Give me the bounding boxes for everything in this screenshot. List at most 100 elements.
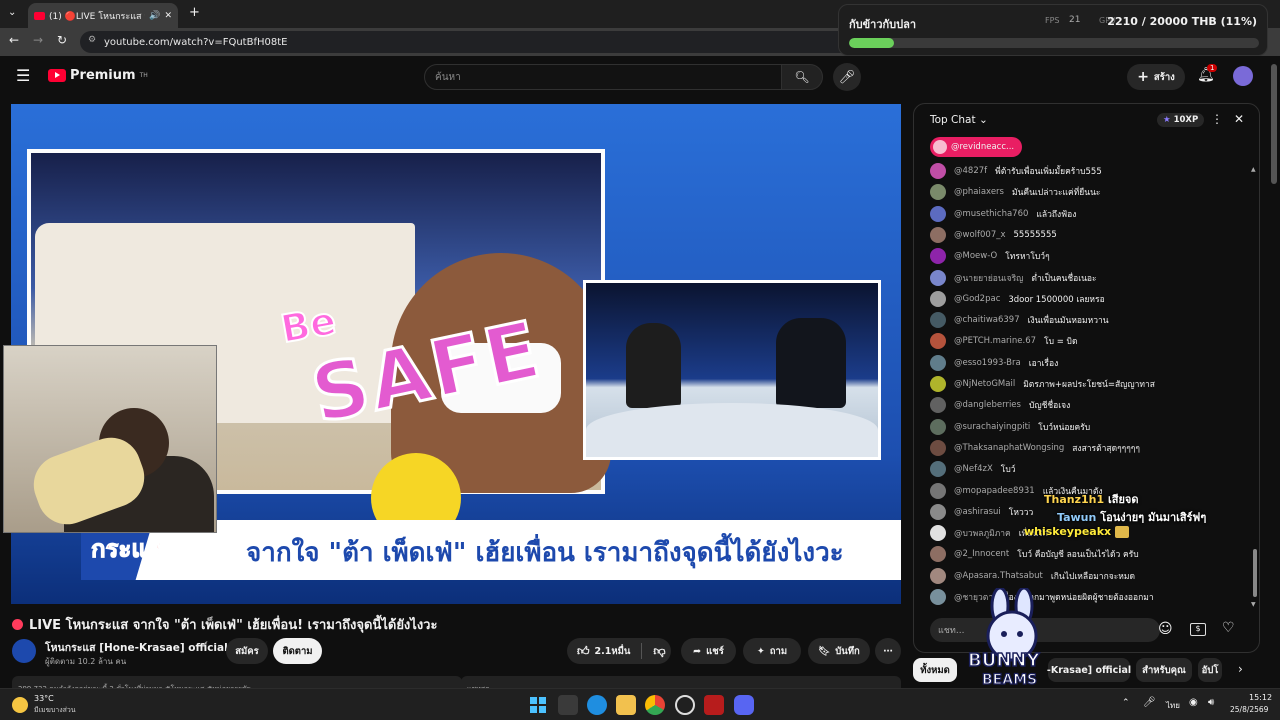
chat-avatar[interactable] [930, 589, 946, 605]
chat-message[interactable]: @Apasara.Thatsabut เกินไปเหลือมากจะหมด [930, 566, 1252, 586]
ask-button[interactable]: ✦ ถาม [743, 638, 801, 664]
youtube-logo[interactable]: Premium TH [48, 68, 148, 83]
app-red-icon[interactable] [704, 695, 724, 715]
chat-username[interactable]: @นายยาย่อนเจริญ [954, 271, 1023, 285]
channel-avatar[interactable] [12, 639, 36, 663]
chat-avatar[interactable] [930, 525, 946, 542]
chat-username[interactable]: @ThaksanaphatWongsing [954, 443, 1064, 453]
chat-username[interactable]: @surachaiyingpiti [954, 422, 1030, 432]
chat-close-icon[interactable]: ✕ [1234, 112, 1244, 126]
pinned-user-chip[interactable]: @revidneacc... [930, 137, 1023, 157]
chat-message[interactable]: @นายยาย่อนเจริญ ต่ำเป็นคนชื่อเนอะ [930, 268, 1252, 288]
chat-message[interactable]: @surachaiyingpiti โบว์หน่อยครับ [930, 417, 1252, 437]
chat-scrollbar[interactable] [1253, 549, 1257, 597]
chat-avatar[interactable] [930, 205, 946, 222]
address-bar[interactable]: ⚙ youtube.com/watch?v=FQutBfH08tE [80, 31, 920, 53]
chat-avatar[interactable] [930, 567, 946, 584]
chat-avatar[interactable] [930, 376, 946, 392]
filter-chip-for-you[interactable]: สำหรับคุณ [1136, 658, 1192, 682]
dislike-icon[interactable]: 👎︎ [653, 644, 665, 659]
join-button[interactable]: สมัคร [226, 638, 268, 664]
chat-username[interactable]: @Nef4zX [954, 464, 993, 474]
tab-close-icon[interactable]: ✕ [164, 11, 172, 21]
edge-browser-icon[interactable] [587, 695, 607, 715]
more-actions-button[interactable]: ⋯ [875, 638, 901, 664]
chat-avatar[interactable] [930, 269, 946, 286]
network-icon[interactable]: ◉ [1189, 697, 1198, 708]
file-explorer-icon[interactable] [616, 695, 636, 715]
chat-avatar[interactable] [930, 482, 946, 499]
tray-chevron-icon[interactable]: ⌃ [1122, 698, 1130, 708]
scroll-up-icon[interactable]: ▲ [1251, 166, 1256, 173]
filter-chip-more[interactable]: อัปโ [1198, 658, 1222, 682]
create-button[interactable]: + สร้าง [1127, 64, 1185, 90]
filter-chip-all[interactable]: ทั้งหมด [913, 658, 957, 682]
chevron-right-icon[interactable]: › [1238, 662, 1243, 676]
chat-avatar[interactable] [930, 333, 946, 350]
new-tab-button[interactable]: + [189, 5, 200, 20]
chat-avatar[interactable] [930, 312, 946, 329]
task-view-icon[interactable] [558, 695, 578, 715]
scroll-down-icon[interactable]: ▼ [1251, 601, 1256, 608]
chat-message[interactable]: @Nef4zX โบว์ [930, 459, 1252, 479]
hamburger-menu-icon[interactable]: ☰ [16, 66, 30, 85]
like-count[interactable]: 2.1หมื่น [595, 644, 631, 659]
xp-badge[interactable]: ★ 10XP [1157, 113, 1205, 127]
chat-message[interactable]: @ThaksanaphatWongsing สงสารต้าสุดๆๆๆๆๆ [930, 438, 1252, 458]
chat-username[interactable]: @phaiaxers [954, 187, 1004, 197]
chat-message[interactable]: @NjNetoGMail มิตรภาพ+ผลประโยชน์=สัญญาทาส [930, 374, 1252, 394]
chat-username[interactable]: @4827f [954, 166, 987, 176]
chat-avatar[interactable] [930, 503, 946, 520]
chat-username[interactable]: @esso1993-Bra [954, 358, 1021, 368]
share-button[interactable]: ➦ แชร์ [681, 638, 736, 664]
chat-username[interactable]: @chaitiwa6397 [954, 315, 1020, 325]
chat-more-icon[interactable]: ⋮ [1211, 112, 1223, 126]
weather-icon[interactable] [12, 697, 28, 713]
chat-message[interactable]: @God2pac 3door 1500000 เลยหรอ [930, 289, 1252, 309]
site-info-icon[interactable]: ⚙ [88, 35, 96, 45]
chat-avatar[interactable] [930, 461, 946, 478]
chat-username[interactable]: @musethicha760 [954, 209, 1028, 219]
chat-message[interactable]: @chaitiwa6397 เงินเพื่อนมันหอมหวาน [930, 310, 1252, 330]
clock-date[interactable]: 25/8/2569 [1230, 705, 1268, 714]
chat-username[interactable]: @2_Innocent [954, 549, 1009, 559]
chat-username[interactable]: @Moew-O [954, 251, 997, 261]
chat-message[interactable]: @PETCH.marine.67 โบ = บิด [930, 331, 1252, 351]
reload-icon[interactable]: ↻ [57, 33, 67, 47]
chat-message[interactable]: @wolf007_x 55555555 [930, 225, 1252, 245]
chat-avatar[interactable] [930, 546, 946, 563]
account-avatar[interactable] [1233, 66, 1253, 86]
chat-avatar[interactable] [930, 226, 946, 243]
chat-username[interactable]: @dangleberries [954, 400, 1021, 410]
chat-username[interactable]: @บวพลภูมิภาค [954, 526, 1011, 540]
chat-username[interactable]: @wolf007_x [954, 230, 1006, 240]
volume-icon[interactable]: 🔊︎ [1208, 697, 1214, 708]
chat-replay-box[interactable]: แชทสด [461, 676, 901, 693]
subscribe-button[interactable]: ติดตาม [273, 638, 322, 664]
chat-message[interactable]: @musethicha760 แล้วถึงฟ้อง [930, 204, 1252, 224]
chat-avatar[interactable] [930, 290, 946, 307]
super-chat-icon[interactable]: $ [1190, 623, 1206, 636]
tab-list-chevron-icon[interactable]: ⌄ [8, 7, 16, 18]
page-scrollbar[interactable] [1271, 64, 1277, 184]
language-indicator[interactable]: ไทย [1166, 699, 1180, 712]
start-button[interactable] [528, 695, 548, 715]
chat-avatar[interactable] [930, 354, 946, 371]
browser-tab[interactable]: (1) 🔴LIVE โหนกระแส จากใจ 🔊 ✕ [28, 3, 178, 28]
description-box[interactable]: 299,732 คนกำลังดูอยู่ขณะนี้ 2 ชั่วโมงที่… [12, 676, 462, 693]
chat-message[interactable]: @Moew-O โทรหาโบว์ๆ [930, 246, 1252, 266]
discord-icon[interactable] [734, 695, 754, 715]
forward-arrow-icon[interactable]: → [33, 33, 43, 47]
chrome-icon[interactable] [645, 695, 665, 715]
chat-username[interactable]: @ashirasui [954, 507, 1001, 517]
search-button[interactable]: 🔍︎ [781, 64, 823, 90]
voice-search-button[interactable]: 🎤︎ [833, 63, 861, 91]
chat-avatar[interactable] [930, 418, 946, 435]
clock-time[interactable]: 15:12 [1249, 693, 1272, 702]
chat-mode-selector[interactable]: Top Chat ⌄ [930, 114, 988, 126]
chat-username[interactable]: @NjNetoGMail [954, 379, 1015, 389]
search-input[interactable]: ค้นหา [424, 64, 782, 90]
chat-username[interactable]: @PETCH.marine.67 [954, 336, 1036, 346]
chat-message[interactable]: @phaiaxers มันคืนเปล่าวะแค่ที่ยืนนะ [930, 182, 1252, 202]
chat-message[interactable]: @4827f พี่ต้ารับเพื่อนเพิ่มมั้ยคร้าบ555 [930, 161, 1252, 181]
